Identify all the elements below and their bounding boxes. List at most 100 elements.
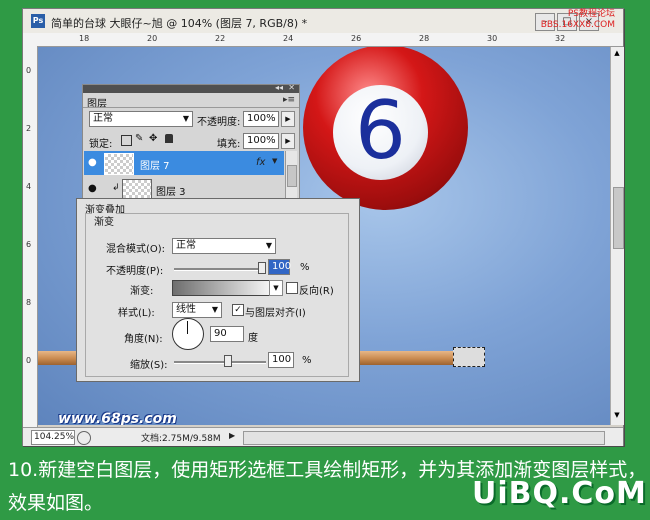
layer-name[interactable]: 图层 7 [140, 157, 170, 172]
opacity-arrow-icon[interactable]: ▶ [281, 111, 295, 127]
ruler-tick: 30 [487, 34, 498, 43]
ruler-tick: 6 [26, 240, 32, 249]
layer-name[interactable]: 图层 3 [156, 183, 186, 198]
lock-all-icon[interactable] [165, 134, 173, 143]
gradient-preview[interactable] [172, 280, 270, 296]
ruler-tick: 26 [351, 34, 362, 43]
ruler-tick: 0 [26, 66, 32, 75]
scrollbar-thumb[interactable] [613, 187, 624, 249]
photoshop-app-icon: Ps [31, 14, 45, 28]
ruler-tick: 28 [419, 34, 430, 43]
fx-icon[interactable]: fx [256, 157, 265, 168]
blend-mode-label: 混合模式(O): [106, 244, 166, 255]
angle-dial[interactable] [172, 318, 204, 350]
style-label: 样式(L): [118, 308, 155, 319]
billiard-ball: 6 [303, 47, 468, 210]
forum-watermark: PS教程论坛 BBS.16XX8.COM [541, 9, 615, 31]
blend-mode-dropdown[interactable]: 正常 ▼ [172, 238, 276, 254]
layers-panel: ◂◂ ✕ 图层 ▸≡ 正常 ▼ 不透明度: 100% ▶ 锁定: ✎ ✥ 填充:… [82, 83, 300, 216]
opacity-slider-thumb[interactable] [258, 262, 266, 274]
site-watermark: www.68ps.com [58, 411, 177, 425]
scale-slider-thumb[interactable] [224, 355, 232, 367]
ruler-tick: 4 [26, 182, 32, 191]
scroll-up-icon[interactable]: ▲ [612, 49, 622, 59]
document-title: 简单的台球 大眼仔~旭 @ 104% (图层 7, RGB/8) * [51, 17, 308, 30]
align-with-layer-label: 与图层对齐(I) [245, 308, 306, 319]
eye-icon[interactable]: ● [88, 183, 97, 194]
horizontal-ruler[interactable]: 18 20 22 24 26 28 30 32 [37, 33, 623, 47]
blend-mode-dropdown[interactable]: 正常 ▼ [89, 111, 193, 127]
fill-arrow-icon[interactable]: ▶ [281, 133, 295, 149]
group-title: 渐变 [92, 213, 116, 228]
opacity-field[interactable]: 100% [243, 111, 279, 127]
document-size: 文档:2.75M/9.58M [141, 434, 221, 444]
opacity-label: 不透明度: [197, 117, 241, 128]
angle-unit: 度 [248, 333, 258, 344]
horizontal-scrollbar[interactable] [243, 431, 605, 445]
ruler-tick: 32 [555, 34, 566, 43]
gradient-overlay-dialog: 渐变叠加 渐变 混合模式(O): 正常 ▼ 不透明度(P): 100 % 渐变:… [76, 198, 360, 382]
lock-label: 锁定: [89, 139, 113, 150]
vertical-scrollbar[interactable]: ▲ ▼ [610, 47, 624, 425]
scale-input[interactable]: 100 [268, 352, 294, 368]
status-bar: 104.25% 文档:2.75M/9.58M ▶ [23, 427, 623, 446]
scale-slider[interactable] [174, 361, 266, 364]
vertical-ruler[interactable]: 0 2 4 6 8 0 [23, 46, 38, 435]
ruler-tick: 2 [26, 124, 32, 133]
reverse-checkbox[interactable] [286, 282, 298, 294]
style-value: 线性 [176, 304, 196, 315]
gradient-dropdown-icon[interactable]: ▼ [269, 280, 283, 296]
zoom-field[interactable]: 104.25% [31, 430, 75, 445]
scale-label: 缩放(S): [130, 360, 168, 371]
scrollbar-thumb[interactable] [287, 165, 297, 187]
eye-icon[interactable]: ● [88, 157, 97, 168]
close-panel-icon[interactable]: ✕ [288, 83, 295, 92]
reverse-label: 反向(R) [299, 286, 334, 297]
zoom-icon[interactable] [77, 431, 91, 445]
layer-row-7[interactable]: ● 图层 7 fx ▼ [84, 151, 284, 175]
angle-label: 角度(N): [124, 334, 163, 345]
panel-menu-icon[interactable]: ▸≡ [283, 95, 295, 105]
brand-watermark: UiBQ.CoM [472, 476, 647, 511]
opacity-unit: % [300, 262, 310, 273]
move-lock-icon[interactable]: ✥ [149, 133, 157, 144]
clip-arrow-icon: ↲ [112, 183, 120, 193]
title-bar: Ps 简单的台球 大眼仔~旭 @ 104% (图层 7, RGB/8) * – … [23, 9, 623, 34]
scroll-down-icon[interactable]: ▼ [612, 411, 622, 421]
panel-header-bar: ◂◂ ✕ [83, 83, 299, 93]
blend-mode-value: 正常 [93, 113, 113, 124]
forum-watermark-line1: PS教程论坛 [567, 9, 615, 19]
style-dropdown[interactable]: 线性 ▼ [172, 302, 222, 318]
rectangle-selection[interactable] [453, 347, 485, 367]
fill-label: 填充: [217, 139, 241, 150]
ball-number-circle: 6 [333, 85, 428, 180]
ruler-tick: 0 [26, 356, 32, 365]
ruler-tick: 20 [147, 34, 158, 43]
ruler-tick: 24 [283, 34, 294, 43]
lock-transparency-icon[interactable] [121, 135, 132, 146]
angle-input[interactable]: 90 [210, 326, 244, 342]
chevron-down-icon: ▼ [265, 241, 272, 250]
chevron-down-icon: ▼ [211, 305, 218, 314]
collapse-panel-icon[interactable]: ◂◂ [275, 83, 283, 92]
forum-watermark-line2: BBS.16XX8.COM [540, 20, 615, 30]
scale-unit: % [302, 355, 312, 366]
opacity-label: 不透明度(P): [106, 266, 164, 277]
fill-field[interactable]: 100% [243, 133, 279, 149]
gradient-label: 渐变: [130, 286, 154, 297]
ball-number: 6 [355, 84, 406, 177]
status-menu-arrow-icon[interactable]: ▶ [229, 431, 235, 440]
brush-lock-icon[interactable]: ✎ [135, 133, 143, 144]
opacity-slider[interactable] [174, 268, 266, 271]
ruler-tick: 18 [79, 34, 90, 43]
gradient-group: 渐变 混合模式(O): 正常 ▼ 不透明度(P): 100 % 渐变: ▼ 反向… [85, 213, 349, 377]
align-with-layer-checkbox[interactable]: ✓ [232, 304, 244, 316]
layer-thumbnail [104, 153, 134, 175]
angle-dial-needle [187, 321, 188, 334]
divider [83, 107, 299, 108]
opacity-input[interactable]: 100 [268, 259, 291, 275]
expand-effects-icon[interactable]: ▼ [272, 157, 277, 165]
blend-mode-value: 正常 [176, 240, 196, 251]
ruler-tick: 8 [26, 298, 32, 307]
chevron-down-icon: ▼ [182, 114, 189, 123]
